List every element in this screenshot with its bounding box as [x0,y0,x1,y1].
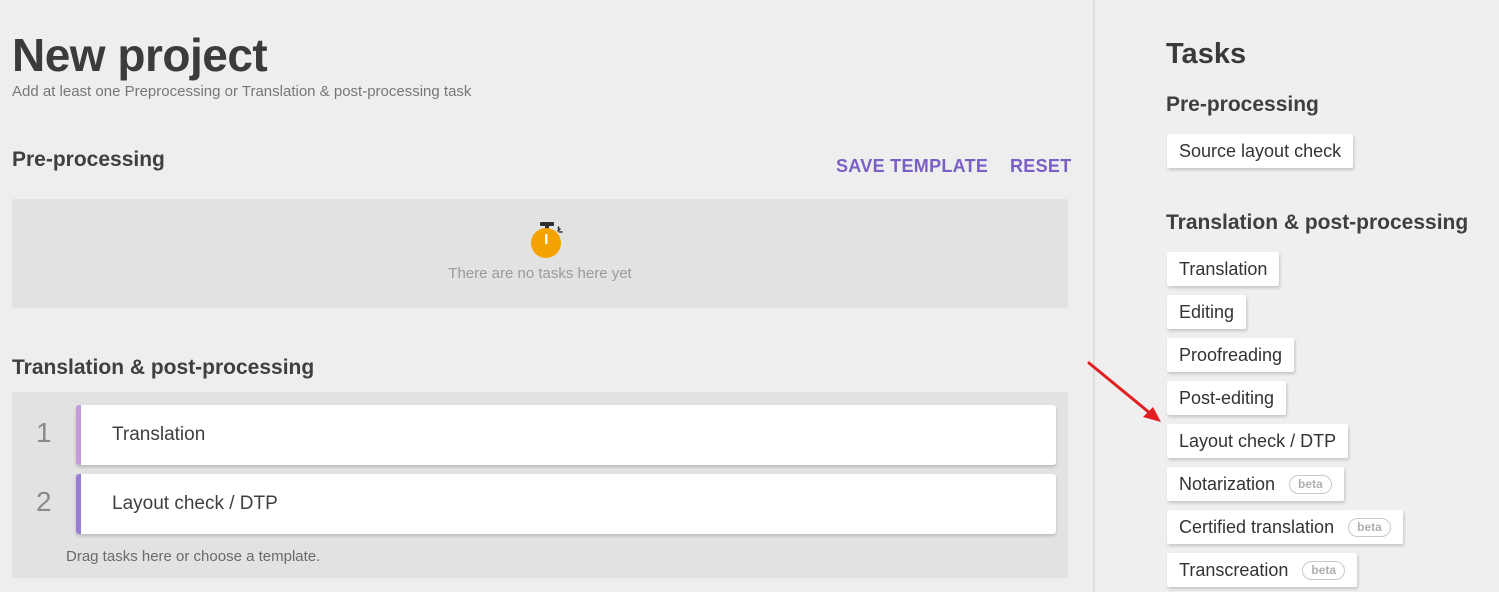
task-chip-label: Proofreading [1179,345,1283,365]
task-chip-source-layout-check[interactable]: Source layout check [1167,134,1354,168]
task-card-label: Layout check / DTP [112,493,278,514]
empty-state-text: There are no tasks here yet [448,265,632,282]
panel-preprocessing-heading: Pre-processing [1166,93,1319,116]
reset-button[interactable]: RESET [1010,156,1072,177]
task-chip-label: Translation [1179,259,1268,279]
annotation-arrow-icon [1087,361,1161,422]
beta-badge: beta [1289,475,1332,494]
task-chip-label: Source layout check [1179,141,1342,161]
task-number: 2 [36,486,52,517]
task-chip-label: Editing [1179,302,1235,322]
preprocessing-heading: Pre-processing [12,148,165,171]
task-chip-label: Certified translation [1179,517,1335,537]
page-title: New project [12,29,268,81]
stopwatch-icon [531,222,563,258]
translation-heading: Translation & post-processing [12,356,315,379]
project-editor: New project Add at least one Preprocessi… [0,0,1093,592]
task-accent-bar [76,405,81,465]
task-chip-label: Post-editing [1179,388,1275,408]
task-chip-certified-translation[interactable]: Certified translation beta [1167,510,1403,544]
beta-badge: beta [1302,561,1346,580]
task-accent-bar [76,474,81,534]
task-card-layout-check[interactable]: Layout check / DTP [76,474,1056,534]
task-chip-layout-check[interactable]: Layout check / DTP [1167,424,1349,458]
task-chip-label: Transcreation [1179,560,1289,580]
preprocessing-dropzone[interactable]: There are no tasks here yet [12,199,1068,308]
task-chip-proofreading[interactable]: Proofreading [1167,338,1295,372]
drag-hint: Drag tasks here or choose a template. [66,548,321,565]
page-subtitle: Add at least one Preprocessing or Transl… [12,83,472,100]
task-chip-notarization[interactable]: Notarization beta [1167,467,1344,501]
task-card-label: Translation [112,424,206,445]
task-chip-label: Layout check / DTP [1179,431,1337,451]
task-chip-editing[interactable]: Editing [1167,295,1247,329]
beta-badge: beta [1348,518,1391,537]
task-chip-post-editing[interactable]: Post-editing [1167,381,1287,415]
tasks-panel: Tasks Pre-processing Source layout check… [1095,0,1499,592]
task-chip-label: Notarization [1179,474,1276,494]
task-number: 1 [36,417,52,448]
task-chip-translation[interactable]: Translation [1167,252,1280,286]
task-chip-transcreation[interactable]: Transcreation beta [1167,553,1358,587]
panel-translation-heading: Translation & post-processing [1166,211,1469,234]
tasks-panel-title: Tasks [1166,38,1247,70]
task-card-translation[interactable]: Translation [76,405,1056,465]
translation-dropzone[interactable]: 1 Translation 2 Layout check / DTP Drag … [12,392,1068,578]
save-template-button[interactable]: SAVE TEMPLATE [836,156,988,177]
